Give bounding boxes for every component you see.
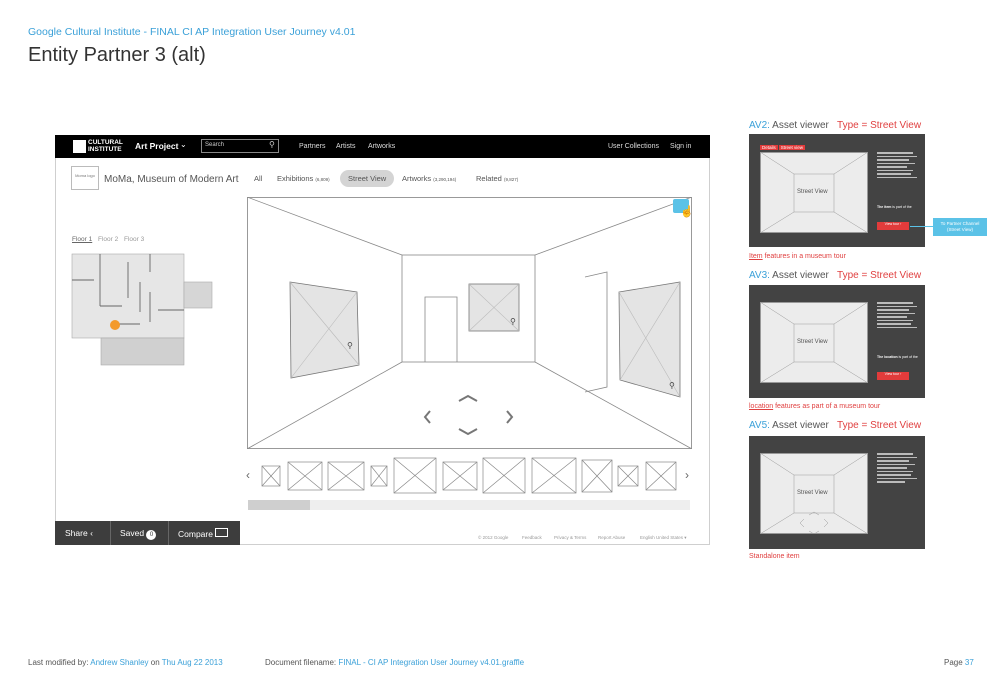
callout-connector (910, 226, 934, 227)
footer-copyright: © 2012 Google (478, 535, 509, 540)
cursor-hand-icon: ☝ (680, 206, 694, 218)
saved-button[interactable]: Saved 0 (120, 528, 157, 540)
tab-all[interactable]: All (254, 174, 262, 183)
partner-logo-thumbnail: Moma logo (71, 166, 99, 190)
filmstrip-scrollbar-thumb[interactable] (248, 500, 310, 510)
document-header: Google Cultural Institute - FINAL CI AP … (28, 26, 356, 38)
saved-count-badge: 0 (146, 530, 157, 540)
partner-channel-callout: To Partner Channel (Street View) (933, 218, 987, 236)
footer-language-select[interactable]: English United States ▾ (640, 535, 687, 541)
av3-caption: location features as part of a museum to… (749, 403, 881, 410)
nav-user-collections[interactable]: User Collections (608, 143, 659, 150)
av3-view-tour-button[interactable]: View tour › (877, 372, 909, 380)
av2-text-block (877, 152, 917, 180)
filmstrip-next-icon[interactable]: › (685, 468, 689, 482)
av2-caption: Item features in a museum tour (749, 253, 846, 260)
logo-text: CULTURAL INSTITUTE (88, 139, 123, 153)
divider (110, 521, 111, 545)
search-placeholder: Search (205, 142, 225, 148)
filmstrip[interactable] (260, 456, 680, 496)
street-view-scene (247, 197, 692, 449)
cultural-institute-logo-icon[interactable] (73, 140, 86, 153)
tab-street-view[interactable]: Street View (348, 174, 386, 183)
footer-privacy[interactable]: Privacy & Terms (554, 535, 586, 540)
av2-tabs[interactable]: Details Street view (760, 145, 806, 150)
av2-inner-label: Street View (797, 189, 828, 195)
footer-feedback[interactable]: Feedback (522, 535, 542, 540)
floor-plan-map[interactable] (70, 252, 215, 368)
tab-artworks[interactable]: Artworks (3,290,194) (402, 174, 456, 183)
share-button[interactable]: Share ‹ (65, 528, 93, 538)
compare-button[interactable]: Compare (178, 528, 229, 539)
tab-exhibitions[interactable]: Exhibitions (6,809) (277, 174, 330, 183)
nav-sign-in[interactable]: Sign in (670, 143, 691, 150)
zoom-icon[interactable]: ⚲ (347, 341, 353, 350)
tab-related[interactable]: Related (9,827) (476, 174, 518, 183)
location-marker[interactable] (110, 320, 120, 330)
av5-inner-label: Street View (797, 490, 828, 496)
share-icon: ‹ (90, 528, 93, 538)
nav-artists[interactable]: Artists (336, 143, 355, 150)
compare-icon (215, 528, 229, 537)
app-name[interactable]: Art Project (135, 141, 178, 151)
partner-name: MoMa, Museum of Modern Art (104, 174, 239, 185)
av3-text-block (877, 302, 917, 330)
av2-view-tour-button[interactable]: View tour › (877, 222, 909, 230)
divider (168, 521, 169, 545)
av5-text-block (877, 453, 917, 485)
av2-tour-text: The item is part of the (877, 205, 912, 209)
footer-report-abuse[interactable]: Report Abuse (598, 535, 625, 540)
doc-filename: Document filename: FINAL - CI AP Integra… (265, 658, 525, 667)
av5-caption: Standalone item (749, 553, 800, 560)
av3-inner-label: Street View (797, 339, 828, 345)
page-number: Page 37 (944, 658, 974, 667)
av2-heading: AV2: Asset viewer Type = Street View (749, 120, 922, 131)
page-title: Entity Partner 3 (alt) (28, 44, 206, 66)
zoom-icon[interactable]: ⚲ (510, 317, 516, 326)
av5-heading: AV5: Asset viewer Type = Street View (749, 420, 922, 431)
doc-modified-info: Last modified by: Andrew Shanley on Thu … (28, 658, 223, 667)
floor-tab-1[interactable]: Floor 1 (72, 236, 92, 243)
floor-tab-3[interactable]: Floor 3 (124, 236, 144, 243)
filmstrip-scrollbar[interactable] (248, 500, 690, 510)
search-icon[interactable]: ⚲ (269, 140, 275, 149)
filmstrip-prev-icon[interactable]: ‹ (246, 468, 250, 482)
av3-heading: AV3: Asset viewer Type = Street View (749, 270, 922, 281)
floor-tab-2[interactable]: Floor 2 (98, 236, 118, 243)
zoom-icon[interactable]: ⚲ (669, 381, 675, 390)
av3-tour-text: The location is part of the (877, 355, 918, 359)
nav-artworks[interactable]: Artworks (368, 143, 395, 150)
chevron-down-icon[interactable]: ⌄ (180, 140, 187, 149)
nav-partners[interactable]: Partners (299, 143, 325, 150)
